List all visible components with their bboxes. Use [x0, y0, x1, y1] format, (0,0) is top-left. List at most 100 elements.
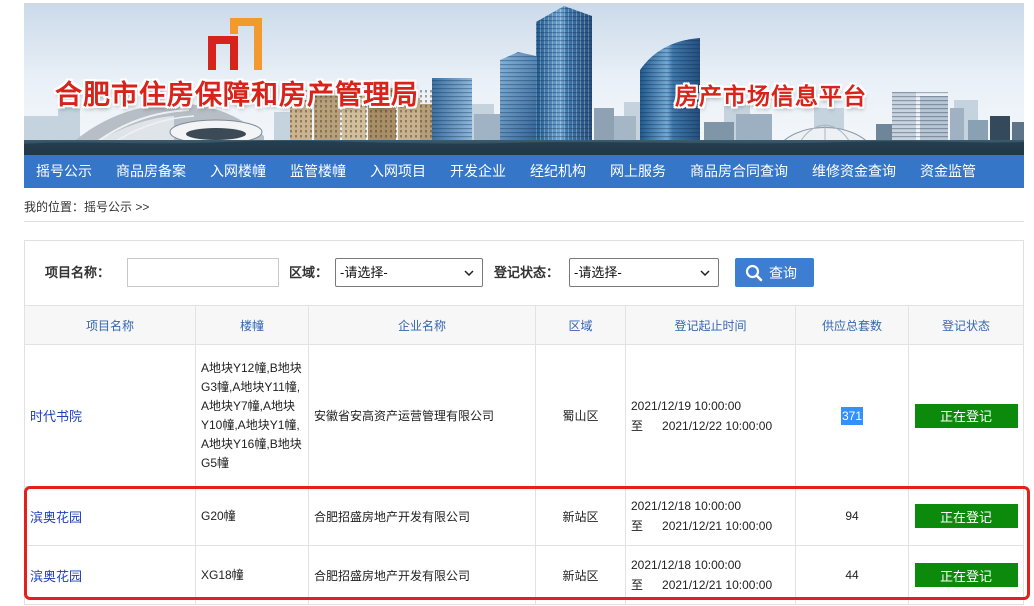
table-row: 滨奥花园 G20幢 合肥招盛房地产开发有限公司 新站区 2021/12/18 1…: [24, 487, 1024, 546]
column-header-supply-units: 供应总套数: [796, 306, 909, 344]
period-separator: 至: [631, 418, 644, 433]
registration-period-cell: 2021/12/18 10:00:00 至 2021/12/21 10:00:00: [626, 487, 796, 545]
buildings-text: G20幢: [201, 508, 236, 523]
nav-item-supervised-buildings[interactable]: 监管楼幢: [278, 155, 358, 188]
search-panel: 项目名称： 区域： -请选择- 登记状态： -请选择- 查询: [24, 240, 1024, 305]
district-select-value: -请选择-: [340, 265, 388, 280]
page: 合肥市住房保障和房产管理局 房产市场信息平台 摇号公示 商品房备案 入网楼幢 监…: [0, 0, 1034, 606]
buildings-text: XG18幢: [201, 567, 244, 582]
table-row: 时代书院 A地块Y12幢,B地块G3幢,A地块Y11幢,A地块Y7幢,A地块Y1…: [24, 345, 1024, 487]
registration-end-time: 2021/12/21 10:00:00: [662, 578, 773, 592]
nav-item-registered-projects[interactable]: 入网项目: [358, 155, 438, 188]
registration-period-cell: 2021/12/18 10:00:00 至 2021/12/21 10:00:00: [626, 546, 796, 604]
company-name: 合肥招盛房地产开发有限公司: [314, 568, 471, 583]
supply-units-cell: 94: [796, 487, 909, 545]
buildings-text: A地块Y12幢,B地块G3幢,A地块Y11幢,A地块Y7幢,A地块Y10幢,A地…: [201, 360, 302, 470]
breadcrumb-current[interactable]: 摇号公示: [84, 200, 132, 214]
company-name: 合肥招盛房地产开发有限公司: [314, 509, 471, 524]
supply-units-count: 94: [845, 509, 859, 523]
project-name-link[interactable]: 时代书院: [30, 406, 82, 425]
registration-period: 2021/12/19 10:00:00 至 2021/12/22 10:00:00: [631, 396, 772, 436]
project-name-link[interactable]: 滨奥花园: [30, 566, 82, 585]
search-button-label: 查询: [769, 264, 797, 281]
project-name-label: 项目名称：: [45, 265, 111, 280]
registration-period: 2021/12/18 10:00:00 至 2021/12/21 10:00:00: [631, 555, 772, 595]
registration-end-line: 至 2021/12/22 10:00:00: [631, 416, 772, 436]
period-separator: 至: [631, 578, 644, 592]
nav-item-contract-query[interactable]: 商品房合同查询: [678, 155, 800, 188]
registering-status-button[interactable]: 正在登记: [914, 403, 1018, 428]
table-row: 滨奥花园 XG18幢 合肥招盛房地产开发有限公司 新站区 2021/12/18 …: [24, 546, 1024, 605]
registering-status-button[interactable]: 正在登记: [914, 504, 1018, 528]
project-cell: 时代书院: [25, 345, 196, 486]
project-cell: 滨奥花园: [25, 487, 196, 545]
buildings-cell: XG18幢: [196, 546, 309, 604]
registration-period-cell: 2021/12/19 10:00:00 至 2021/12/22 10:00:00: [626, 345, 796, 486]
district-select[interactable]: -请选择-: [335, 258, 483, 287]
breadcrumb-prefix: 我的位置：: [24, 200, 85, 214]
supply-units-count: 371: [840, 406, 864, 425]
registering-status-button[interactable]: 正在登记: [914, 563, 1018, 587]
registration-start-time: 2021/12/18 10:00:00: [631, 499, 742, 513]
nav-item-commercial-housing-filing[interactable]: 商品房备案: [104, 155, 198, 188]
district-cell: 新站区: [536, 546, 626, 604]
registration-end-line: 至 2021/12/21 10:00:00: [631, 575, 772, 595]
company-cell: 合肥招盛房地产开发有限公司: [309, 487, 536, 545]
nav-item-developers[interactable]: 开发企业: [438, 155, 518, 188]
district-cell: 蜀山区: [536, 345, 626, 486]
project-cell: 滨奥花园: [25, 546, 196, 604]
status-cell: 正在登记: [909, 487, 1024, 545]
status-select[interactable]: -请选择-: [569, 258, 719, 287]
chevron-down-icon: [700, 270, 710, 276]
company-name: 安徽省安高资产运营管理有限公司: [314, 409, 495, 423]
column-header-registration-period: 登记起止时间: [626, 306, 796, 344]
search-button[interactable]: 查询: [735, 258, 814, 287]
buildings-cell: A地块Y12幢,B地块G3幢,A地块Y11幢,A地块Y7幢,A地块Y10幢,A地…: [196, 345, 309, 486]
district-name: 蜀山区: [562, 409, 599, 423]
project-name-input[interactable]: [127, 258, 279, 287]
registration-start-time: 2021/12/19 10:00:00: [631, 398, 742, 413]
lottery-results-table: 项目名称 楼幢 企业名称 区域 登记起止时间 供应总套数 登记状态 时代书院 A…: [24, 305, 1024, 605]
search-icon: [745, 264, 763, 281]
nav-item-maintenance-fund-query[interactable]: 维修资金查询: [800, 155, 908, 188]
column-header-project-name: 项目名称: [25, 306, 196, 344]
project-name-link[interactable]: 滨奥花园: [30, 507, 82, 526]
status-cell: 正在登记: [909, 546, 1024, 604]
registration-end-line: 至 2021/12/21 10:00:00: [631, 516, 772, 536]
chevron-down-icon: [464, 270, 474, 276]
company-cell: 安徽省安高资产运营管理有限公司: [309, 345, 536, 486]
supply-units-cell: 44: [796, 546, 909, 604]
column-header-district: 区域: [536, 306, 626, 344]
breadcrumb-divider: [24, 221, 1024, 222]
nav-item-online-services[interactable]: 网上服务: [598, 155, 678, 188]
registration-period: 2021/12/18 10:00:00 至 2021/12/21 10:00:00: [631, 496, 772, 536]
column-header-registration-status: 登记状态: [909, 306, 1024, 344]
supply-units-cell: 371: [796, 345, 909, 486]
period-separator: 至: [631, 519, 644, 533]
district-label: 区域：: [289, 265, 329, 280]
buildings-cell: G20幢: [196, 487, 309, 545]
nav-item-agencies[interactable]: 经纪机构: [518, 155, 598, 188]
site-banner: 合肥市住房保障和房产管理局 房产市场信息平台: [24, 4, 1024, 155]
site-title: 合肥市住房保障和房产管理局: [55, 80, 419, 110]
status-cell: 正在登记: [909, 345, 1024, 486]
breadcrumb-separator: >>: [135, 200, 150, 214]
breadcrumb: 我的位置：摇号公示 >>: [24, 200, 149, 214]
column-header-buildings: 楼幢: [196, 306, 309, 344]
registration-end-time: 2021/12/21 10:00:00: [662, 519, 773, 533]
district-name: 新站区: [562, 568, 599, 583]
registration-end-time: 2021/12/22 10:00:00: [662, 418, 773, 433]
nav-item-registered-buildings[interactable]: 入网楼幢: [198, 155, 278, 188]
district-cell: 新站区: [536, 487, 626, 545]
site-subtitle: 房产市场信息平台: [675, 83, 867, 109]
supply-units-count: 44: [845, 568, 859, 582]
status-label: 登记状态：: [494, 265, 560, 280]
main-nav: 摇号公示 商品房备案 入网楼幢 监管楼幢 入网项目 开发企业 经纪机构 网上服务…: [24, 155, 1024, 188]
nav-item-lottery-notice[interactable]: 摇号公示: [24, 155, 104, 188]
nav-item-fund-supervision[interactable]: 资金监管: [908, 155, 988, 188]
table-header-row: 项目名称 楼幢 企业名称 区域 登记起止时间 供应总套数 登记状态: [24, 305, 1024, 345]
company-cell: 合肥招盛房地产开发有限公司: [309, 546, 536, 604]
status-select-value: -请选择-: [574, 265, 622, 280]
registration-start-time: 2021/12/18 10:00:00: [631, 558, 742, 572]
district-name: 新站区: [562, 509, 599, 524]
